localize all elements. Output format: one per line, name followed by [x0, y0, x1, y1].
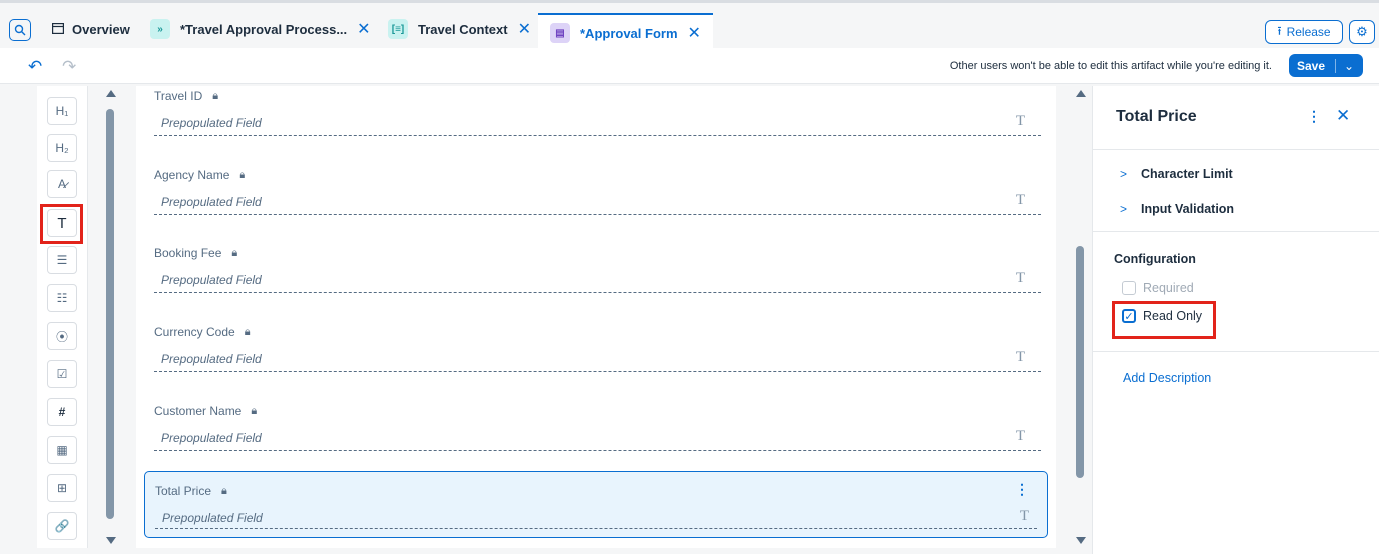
search-workspace-button[interactable]: [9, 19, 31, 41]
chevron-right-icon: >: [1120, 202, 1128, 216]
save-button[interactable]: Save ⌄: [1289, 54, 1363, 77]
lock-icon: 🔒︎: [212, 89, 219, 102]
lock-icon: 🔒︎: [251, 404, 258, 417]
number-control[interactable]: #: [47, 398, 77, 426]
palette-scrollbar[interactable]: [103, 86, 117, 548]
scroll-up-icon[interactable]: [106, 90, 116, 97]
highlight-box: [40, 204, 83, 244]
chevron-down-icon[interactable]: ⌄: [1336, 59, 1354, 73]
search-icon: [14, 24, 26, 36]
component-palette: H₁ H₂ A̷ T ☰ ☷ ⦿ ☑ # ▦ ⊞ 🔗: [37, 86, 88, 548]
table-control[interactable]: ⊞: [47, 474, 77, 502]
redo-icon[interactable]: ↷: [62, 57, 76, 77]
gear-icon: ⚙: [1356, 24, 1368, 39]
checkbox-control[interactable]: ☑: [47, 360, 77, 388]
section-character-limit[interactable]: > Character Limit: [1120, 167, 1233, 181]
settings-button[interactable]: ⚙: [1349, 20, 1375, 44]
add-description-link[interactable]: Add Description: [1123, 371, 1211, 385]
tab-label: Travel Context: [418, 21, 508, 37]
text-type-icon: T: [1015, 349, 1025, 365]
process-icon: »: [150, 19, 170, 39]
panel-title: Total Price: [1116, 108, 1197, 125]
paragraph-control[interactable]: A̷: [47, 170, 77, 198]
close-icon[interactable]: ✕: [357, 19, 370, 39]
text-area-control[interactable]: ☰: [47, 246, 77, 274]
form-field-customer-name[interactable]: Customer Name 🔒︎ Prepopulated Field T: [154, 404, 1041, 452]
context-icon: [≡]: [388, 19, 408, 39]
text-type-icon: T: [1015, 192, 1025, 208]
chevron-right-icon: >: [1120, 167, 1128, 181]
undo-icon[interactable]: ↶: [28, 57, 42, 77]
canvas-scrollbar[interactable]: [1073, 86, 1087, 548]
list-control[interactable]: ☷: [47, 284, 77, 312]
scroll-down-icon[interactable]: [106, 537, 116, 544]
lock-message: Other users won't be able to edit this a…: [949, 60, 1272, 72]
text-type-icon: T: [1015, 113, 1025, 129]
form-field-currency-code[interactable]: Currency Code 🔒︎ Prepopulated Field T: [154, 325, 1041, 373]
lock-icon: 🔒︎: [239, 168, 246, 181]
form-icon: ▤: [550, 23, 570, 43]
tab-label: Overview: [72, 21, 130, 37]
checkbox-icon: [1122, 281, 1136, 295]
form-field-total-price[interactable]: Total Price 🔒︎ ⋮ Prepopulated Field T: [144, 471, 1048, 538]
heading1-control[interactable]: H₁: [47, 97, 77, 125]
upload-icon: ⭱: [1277, 23, 1282, 38]
form-field-booking-fee[interactable]: Booking Fee 🔒︎ Prepopulated Field T: [154, 246, 1041, 294]
text-type-icon: T: [1019, 508, 1029, 524]
lock-icon: 🔒︎: [231, 246, 238, 259]
form-field-agency-name[interactable]: Agency Name 🔒︎ Prepopulated Field T: [154, 168, 1041, 216]
tab-overview[interactable]: Overview: [52, 11, 130, 47]
tab-label: *Travel Approval Process...: [180, 21, 348, 37]
more-options-icon[interactable]: ⋮: [1015, 481, 1029, 498]
more-options-icon[interactable]: ⋮: [1307, 108, 1321, 125]
date-control[interactable]: ▦: [47, 436, 77, 464]
scroll-thumb[interactable]: [106, 109, 114, 519]
text-type-icon: T: [1015, 270, 1025, 286]
close-icon[interactable]: ✕: [688, 23, 701, 43]
radio-control[interactable]: ⦿: [47, 322, 77, 350]
scroll-down-icon[interactable]: [1076, 537, 1086, 544]
lock-icon: 🔒︎: [244, 325, 251, 338]
form-field-travel-id[interactable]: Travel ID 🔒︎ Prepopulated Field T: [154, 89, 1041, 137]
overview-icon: [52, 22, 65, 37]
scroll-thumb[interactable]: [1076, 246, 1084, 478]
required-checkbox[interactable]: Required: [1122, 281, 1194, 295]
close-icon[interactable]: ✕: [1336, 106, 1350, 126]
properties-panel: Total Price ⋮ ✕ > Character Limit > Inpu…: [1092, 86, 1379, 554]
tab-bar: Overview » *Travel Approval Process... ✕…: [0, 0, 1379, 51]
form-canvas: Travel ID 🔒︎ Prepopulated Field T Agency …: [136, 86, 1056, 548]
scroll-up-icon[interactable]: [1076, 90, 1086, 97]
tab-approval-form[interactable]: ▤ *Approval Form ✕: [538, 13, 713, 51]
section-input-validation[interactable]: > Input Validation: [1120, 202, 1234, 216]
highlight-box: [1112, 301, 1216, 339]
lock-icon: 🔒︎: [221, 484, 227, 497]
release-button[interactable]: ⭱ Release: [1265, 20, 1343, 44]
editor-toolbar: ↶ ↷ Other users won't be able to edit th…: [0, 48, 1379, 84]
tab-travel-context[interactable]: [≡] Travel Context ✕: [388, 11, 531, 47]
configuration-heading: Configuration: [1114, 252, 1196, 266]
close-icon[interactable]: ✕: [518, 19, 531, 39]
tab-label: *Approval Form: [580, 25, 678, 41]
heading2-control[interactable]: H₂: [47, 134, 77, 162]
link-control[interactable]: 🔗: [47, 512, 77, 540]
text-type-icon: T: [1015, 428, 1025, 444]
tab-travel-approval-process[interactable]: » *Travel Approval Process... ✕: [150, 11, 371, 47]
